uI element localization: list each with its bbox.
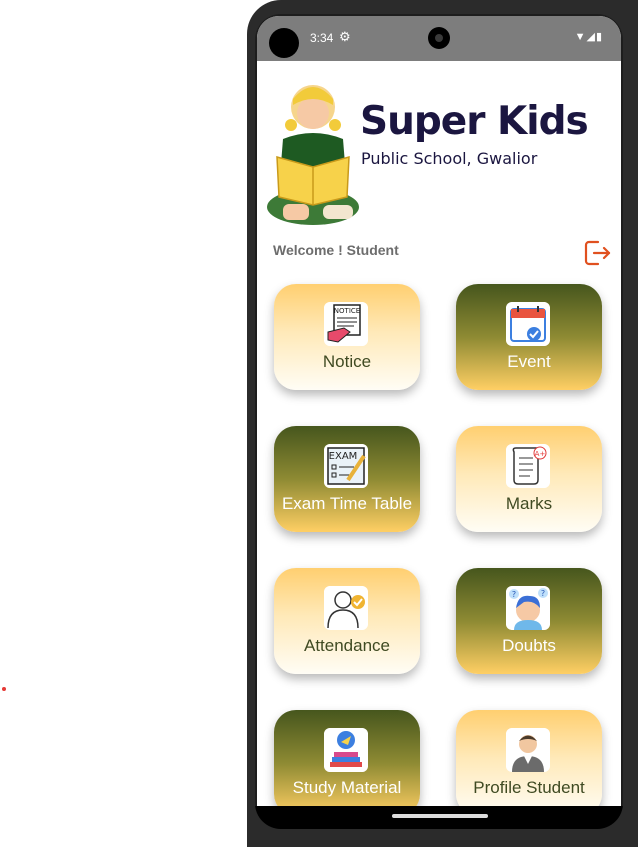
exam-time-table-tile[interactable]: EXAM Exam Time Table bbox=[274, 426, 420, 532]
svg-text:?: ? bbox=[512, 590, 516, 599]
notice-tile[interactable]: NOTICE Notice bbox=[274, 284, 420, 390]
profile-icon bbox=[506, 728, 550, 772]
camera-dot bbox=[269, 28, 299, 58]
welcome-text: Welcome ! Student bbox=[273, 242, 399, 258]
event-tile[interactable]: Event bbox=[456, 284, 602, 390]
tile-label: Event bbox=[507, 352, 551, 371]
doubts-tile[interactable]: ? ? Doubts bbox=[456, 568, 602, 674]
school-logo: Super Kids Public School, Gwalior bbox=[257, 61, 621, 236]
study-material-tile[interactable]: Study Material bbox=[274, 710, 420, 806]
study-material-icon bbox=[324, 728, 368, 772]
doubts-icon: ? ? bbox=[506, 586, 550, 630]
attendance-tile[interactable]: Attendance bbox=[274, 568, 420, 674]
settings-gear-icon: ⚙ bbox=[339, 29, 351, 44]
tile-label: Study Material bbox=[292, 778, 402, 797]
attendance-icon bbox=[324, 586, 368, 630]
tile-label: Marks bbox=[505, 494, 553, 513]
marks-tile[interactable]: A+ Marks bbox=[456, 426, 602, 532]
front-camera bbox=[428, 27, 450, 49]
tile-label: Doubts bbox=[502, 636, 556, 655]
status-bar: 3:34 ⚙ ▼◢▮ bbox=[257, 16, 621, 61]
notice-icon: NOTICE bbox=[324, 302, 368, 346]
reading-girl-illustration bbox=[267, 85, 359, 225]
svg-text:NOTICE: NOTICE bbox=[334, 307, 360, 315]
exam-icon: EXAM bbox=[324, 444, 368, 488]
svg-text:EXAM: EXAM bbox=[329, 451, 358, 462]
phone-bezel: 3:34 ⚙ ▼◢▮ Super Kids Public School, Gwa… bbox=[255, 14, 623, 829]
profile-student-tile[interactable]: Profile Student bbox=[456, 710, 602, 806]
tile-label: Exam Time Table bbox=[281, 494, 413, 513]
marks-icon: A+ bbox=[506, 444, 550, 488]
logout-icon[interactable] bbox=[583, 238, 613, 268]
status-time: 3:34 bbox=[310, 31, 334, 45]
svg-text:A+: A+ bbox=[535, 450, 546, 458]
svg-text:?: ? bbox=[541, 589, 545, 598]
brand-title: Super Kids bbox=[360, 99, 589, 144]
calendar-icon bbox=[506, 302, 550, 346]
tile-label: Notice bbox=[322, 352, 372, 371]
home-gesture-bar[interactable] bbox=[392, 814, 488, 818]
tile-label: Profile Student bbox=[473, 778, 585, 797]
phone-frame: 3:34 ⚙ ▼◢▮ Super Kids Public School, Gwa… bbox=[247, 0, 638, 847]
system-icons: ▼◢▮ bbox=[574, 31, 603, 43]
stray-dot bbox=[2, 687, 6, 691]
app-screen: 3:34 ⚙ ▼◢▮ Super Kids Public School, Gwa… bbox=[257, 16, 621, 806]
system-nav-bar bbox=[255, 806, 623, 829]
brand-subtitle: Public School, Gwalior bbox=[361, 149, 538, 168]
tile-label: Attendance bbox=[303, 636, 390, 655]
